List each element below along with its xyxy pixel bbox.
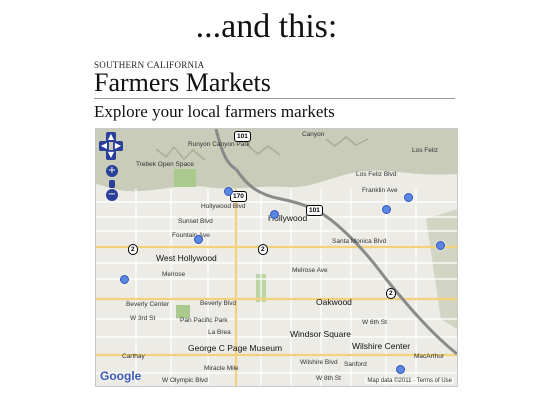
label-w-8th-st: W 8th St xyxy=(316,375,341,382)
shield-ca2-mid: 2 xyxy=(258,244,268,255)
label-beverly-blvd: Beverly Blvd xyxy=(200,300,237,307)
market-marker[interactable] xyxy=(382,205,391,214)
label-la-brea: La Brea xyxy=(208,329,231,336)
label-runyon-canyon: Runyon Canyon Park xyxy=(188,141,250,148)
market-marker[interactable] xyxy=(194,235,203,244)
zoom-in-button[interactable]: + xyxy=(106,165,118,177)
label-wilshire-blvd: Wilshire Blvd xyxy=(300,359,338,366)
market-marker[interactable] xyxy=(436,241,445,250)
label-w-6th-st: W 6th St xyxy=(362,319,387,326)
park-runyon xyxy=(174,169,196,187)
map-attribution[interactable]: Map data ©2011 · Terms of Use xyxy=(365,378,454,384)
label-wilshire-center: Wilshire Center xyxy=(352,341,411,351)
google-logo: Google xyxy=(100,369,142,383)
label-macarthur: MacArthur xyxy=(414,353,444,360)
shield-us101-mid: 101 xyxy=(306,205,323,216)
label-trebek-open-space: Trebek Open Space xyxy=(136,161,194,168)
zoom-out-button[interactable]: − xyxy=(106,189,118,201)
label-beverly-center: Beverly Center xyxy=(126,301,169,308)
label-melrose-ave: Melrose Ave xyxy=(292,267,328,274)
label-los-feliz-blvd: Los Feliz Blvd xyxy=(356,171,397,178)
label-windsor-square: Windsor Square xyxy=(290,329,351,339)
map-navigation-control: ▲ ◀ ▶ ▼ + − xyxy=(99,132,123,202)
label-melrose: Melrose xyxy=(162,271,186,278)
market-marker[interactable] xyxy=(224,187,233,196)
label-sunset-blvd: Sunset Blvd xyxy=(178,218,213,225)
label-miracle-mile: Miracle Mile xyxy=(204,365,239,372)
label-carthay: Carthay xyxy=(122,353,145,360)
label-w-olympic-blvd: W Olympic Blvd xyxy=(162,377,208,384)
label-sanford: Sanford xyxy=(344,361,367,368)
page-subtitle: Explore your local farmers markets xyxy=(94,102,335,121)
label-george-c-page: George C Page Museum xyxy=(188,343,283,353)
header-divider xyxy=(94,98,455,99)
label-canyon: Canyon xyxy=(302,131,325,138)
shield-us101-north: 101 xyxy=(234,131,251,142)
zoom-slider[interactable] xyxy=(109,180,115,188)
market-marker[interactable] xyxy=(396,365,405,374)
label-fountain-ave: Fountain Ave xyxy=(172,232,210,239)
label-west-hollywood: West Hollywood xyxy=(156,253,217,263)
label-santa-monica-blvd: Santa Monica Blvd xyxy=(332,238,387,245)
market-marker[interactable] xyxy=(270,210,279,219)
page-title: Farmers Markets xyxy=(94,68,271,97)
markets-map[interactable]: Trebek Open Space Runyon Canyon Park Can… xyxy=(95,128,458,387)
shield-ca2-west: 2 xyxy=(128,244,138,255)
market-marker[interactable] xyxy=(404,193,413,202)
label-hollywood-blvd: Hollywood Blvd xyxy=(201,203,246,210)
label-pan-pacific-park: Pan Pacific Park xyxy=(180,317,228,324)
market-marker[interactable] xyxy=(120,275,129,284)
label-oakwood: Oakwood xyxy=(316,297,352,307)
label-los-feliz: Los Feliz xyxy=(412,147,439,154)
label-franklin-ave: Franklin Ave xyxy=(362,187,398,194)
pan-down-button[interactable]: ▼ xyxy=(106,150,116,160)
label-w-3rd-st: W 3rd St xyxy=(130,315,156,322)
shield-ca2-east: 2 xyxy=(386,288,396,299)
east-hills xyxy=(426,209,457,329)
freeway-101 xyxy=(234,168,457,356)
slide-title: ...and this: xyxy=(195,8,338,45)
